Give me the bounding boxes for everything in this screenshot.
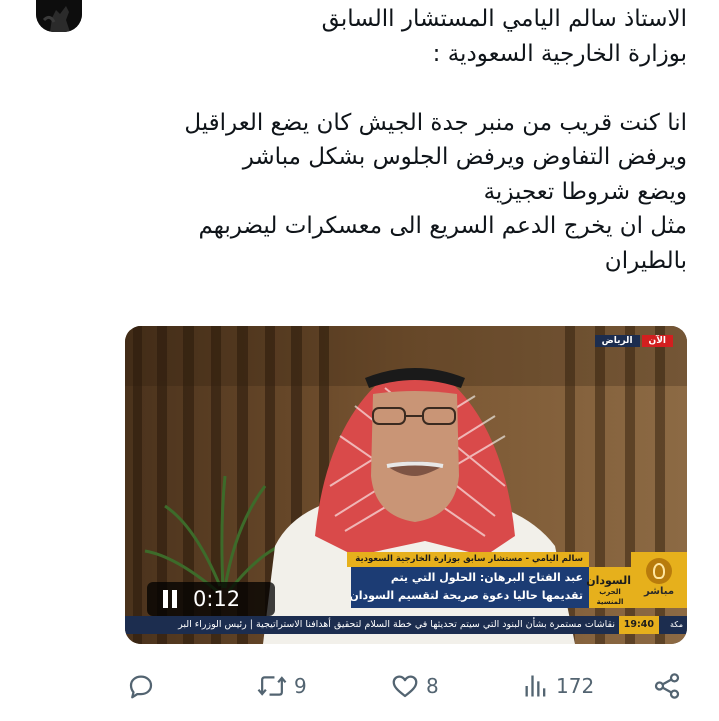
tweet-line: بوزارة الخارجية السعودية : bbox=[432, 40, 687, 67]
aljazeera-logo-icon bbox=[646, 558, 672, 584]
section-title: السودان bbox=[586, 574, 631, 587]
video-player[interactable]: الآن الرياض سالم اليامي - مستشار سابق بو… bbox=[125, 326, 687, 644]
headline-line: عبد الفتاح البرهان: الحلول التي يتم bbox=[390, 571, 583, 584]
retweet-button[interactable]: 9 bbox=[256, 664, 307, 708]
share-button[interactable] bbox=[652, 664, 682, 708]
share-icon bbox=[654, 673, 680, 699]
tweet-line: الاستاذ سالم اليامي المستشار االسابق bbox=[321, 6, 687, 32]
like-count: 8 bbox=[426, 674, 439, 698]
section-subtitle: الحرب المنسية bbox=[596, 588, 624, 606]
bar-chart-icon bbox=[525, 675, 546, 697]
tweet-line bbox=[107, 71, 687, 106]
heart-icon bbox=[392, 675, 418, 698]
tweet-line: مثل ان يخرج الدعم السريع الى معسكرات ليض… bbox=[198, 213, 687, 239]
video-timer: 0:12 bbox=[193, 587, 241, 611]
tweet-line: انا كنت قريب من منبر جدة الجيش كان يضع ا… bbox=[184, 109, 687, 136]
section-box: السودان الحرب المنسية bbox=[586, 567, 631, 608]
ticker-text: نقاشات مستمرة بشأن البنود التي سيتم تحدي… bbox=[178, 619, 615, 630]
retweet-icon bbox=[257, 676, 287, 696]
headline-line: تقديمها حاليا دعوة صريحة لتقسيم السودان bbox=[351, 589, 583, 602]
headline-box: عبد الفتاح البرهان: الحلول التي يتم تقدي… bbox=[351, 567, 589, 608]
reply-icon bbox=[129, 675, 153, 699]
news-ticker: مكة 19:40 نقاشات مستمرة بشأن البنود التي… bbox=[125, 616, 687, 634]
views-count: 172 bbox=[556, 674, 595, 698]
playback-control[interactable]: 0:12 bbox=[147, 582, 275, 616]
channel-live-label: مباشر bbox=[643, 586, 675, 597]
tweet-line: بالطيران bbox=[604, 247, 687, 274]
live-badge: الآن bbox=[641, 335, 673, 347]
news-lower-third: سالم اليامي - مستشار سابق بوزارة الخارجي… bbox=[347, 552, 687, 608]
pause-icon[interactable] bbox=[161, 590, 183, 608]
like-button[interactable]: 8 bbox=[390, 664, 439, 708]
tweet-actions-bar: 9 8 172 bbox=[0, 664, 719, 708]
author-avatar[interactable] bbox=[36, 0, 82, 32]
reply-button[interactable] bbox=[126, 664, 156, 708]
ticker-time: 19:40 bbox=[618, 616, 659, 634]
retweet-count: 9 bbox=[294, 674, 307, 698]
city-badge: الرياض bbox=[594, 335, 640, 347]
views-button[interactable]: 172 bbox=[522, 664, 594, 708]
ticker-city: مكة bbox=[670, 620, 683, 629]
tweet-line: ويرفض التفاوض ويرفض الجلوس بشكل مباشر bbox=[242, 144, 687, 170]
live-indicator: الآن الرياض bbox=[594, 335, 673, 347]
channel-logo: مباشر bbox=[631, 552, 687, 608]
speaker-name-strip: سالم اليامي - مستشار سابق بوزارة الخارجي… bbox=[347, 552, 589, 567]
tweet-text: الاستاذ سالم اليامي المستشار االسابق بوز… bbox=[107, 2, 687, 278]
tweet-line: ويضع شروطا تعجيزية bbox=[483, 178, 687, 205]
